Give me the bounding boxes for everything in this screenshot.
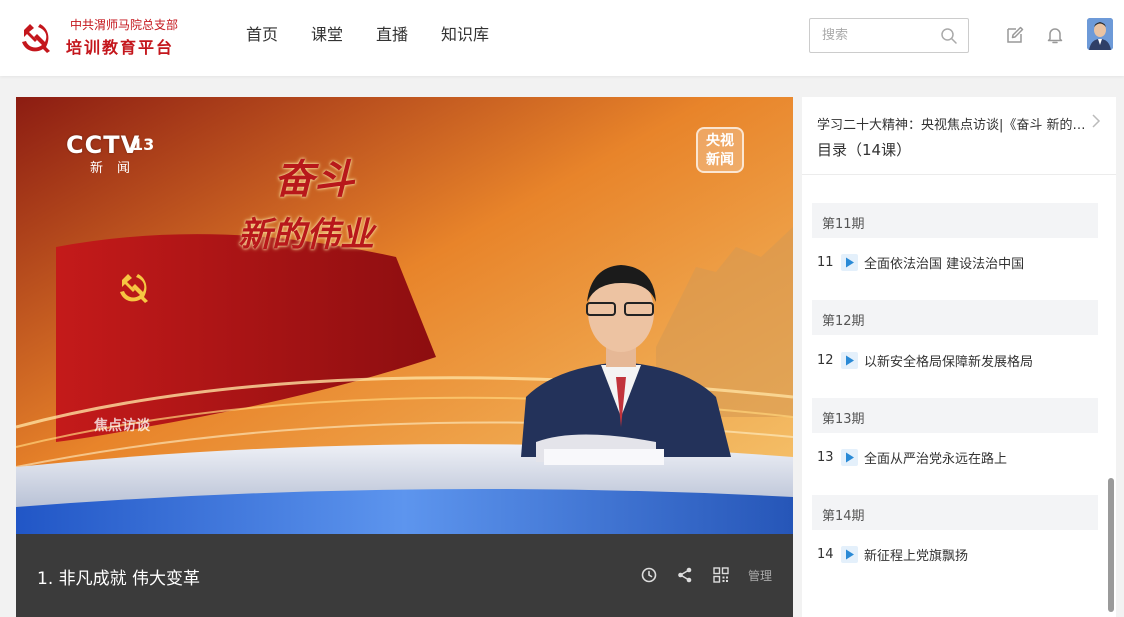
top-header: 中共渭师马院总支部 培训教育平台 首页 课堂 直播 知识库 xyxy=(0,0,1124,76)
course-sidebar: 学习二十大精神：央视焦点访谈|《奋斗 新的伟业》 目录（14课） 第11期 11… xyxy=(802,97,1116,617)
play-icon xyxy=(841,545,858,563)
nav-item-knowledge-base[interactable]: 知识库 xyxy=(441,24,489,48)
edit-icon[interactable] xyxy=(1005,25,1025,45)
share-icon[interactable] xyxy=(676,566,694,584)
show-title: 奋斗 新的伟业 xyxy=(238,147,374,256)
video-player: CCTV 13 新闻 央视 新闻 奋斗 新的伟业 焦点访谈 1. 非凡成就 伟大… xyxy=(16,97,793,617)
sidebar-divider xyxy=(802,174,1116,175)
period-label: 第12期 xyxy=(822,314,865,329)
nav-item-home[interactable]: 首页 xyxy=(246,24,278,48)
play-icon xyxy=(841,253,858,271)
current-lesson-title: 1. 非凡成就 伟大变革 xyxy=(37,569,201,589)
video-info-bar: 1. 非凡成就 伟大变革 管理 xyxy=(16,534,793,617)
bell-icon[interactable] xyxy=(1045,25,1065,45)
catalog-title: 目录（14课） xyxy=(817,141,912,159)
corner-badge-line1: 央视 xyxy=(706,133,734,149)
lesson-number: 14 xyxy=(817,546,834,562)
period-header: 第13期 xyxy=(812,398,1098,433)
play-icon xyxy=(841,448,858,466)
qrcode-icon[interactable] xyxy=(712,566,730,584)
lesson-name: 以新安全格局保障新发展格局 xyxy=(864,354,1034,370)
period-label: 第14期 xyxy=(822,509,865,524)
lesson-name: 新征程上党旗飘扬 xyxy=(864,548,969,564)
news-corner-badge: 央视 新闻 xyxy=(696,127,744,173)
clock-icon[interactable] xyxy=(640,566,658,584)
chevron-right-icon[interactable] xyxy=(1090,113,1102,129)
period-header: 第12期 xyxy=(812,300,1098,335)
period-header: 第11期 xyxy=(812,203,1098,238)
lesson-item[interactable]: 14 新征程上党旗飘扬 xyxy=(817,544,968,564)
video-screen[interactable]: CCTV 13 新闻 央视 新闻 奋斗 新的伟业 焦点访谈 xyxy=(16,97,793,534)
period-label: 第13期 xyxy=(822,412,865,427)
channel-number: 13 xyxy=(132,135,155,154)
lesson-number: 11 xyxy=(817,254,834,270)
period-label: 第11期 xyxy=(822,217,865,232)
search-box xyxy=(809,18,969,53)
lesson-item[interactable]: 11 全面依法治国 建设法治中国 xyxy=(817,252,1024,272)
nav-item-classroom[interactable]: 课堂 xyxy=(311,24,343,48)
search-icon[interactable] xyxy=(940,27,958,45)
party-emblem-icon xyxy=(22,24,50,53)
lesson-number: 12 xyxy=(817,352,834,368)
lesson-name: 全面从严治党永远在路上 xyxy=(864,451,1008,467)
sidebar-scrollbar-thumb[interactable] xyxy=(1108,478,1114,612)
brand-logo[interactable]: 中共渭师马院总支部 培训教育平台 xyxy=(18,16,193,60)
manage-button[interactable]: 管理 xyxy=(748,567,772,584)
brand-org-name: 中共渭师马院总支部 xyxy=(70,18,179,32)
play-icon xyxy=(841,351,858,369)
lesson-number: 13 xyxy=(817,449,834,465)
search-input[interactable] xyxy=(810,19,936,52)
course-title[interactable]: 学习二十大精神：央视焦点访谈|《奋斗 新的伟业》 xyxy=(817,114,1092,133)
channel-logo: CCTV xyxy=(66,131,141,159)
show-title-line1: 奋斗 xyxy=(274,156,354,203)
nav-item-live[interactable]: 直播 xyxy=(376,24,408,48)
program-watermark: 焦点访谈 xyxy=(94,418,150,434)
lesson-item[interactable]: 12 以新安全格局保障新发展格局 xyxy=(817,350,1033,370)
show-title-line2: 新的伟业 xyxy=(238,215,374,255)
channel-subtitle: 新闻 xyxy=(90,161,145,176)
corner-badge-line2: 新闻 xyxy=(706,152,734,168)
main-nav: 首页 课堂 直播 知识库 xyxy=(246,24,522,48)
period-header: 第14期 xyxy=(812,495,1098,530)
lesson-name: 全面依法治国 建设法治中国 xyxy=(864,256,1025,272)
avatar[interactable] xyxy=(1087,18,1113,50)
avatar-image xyxy=(1087,18,1113,50)
brand-platform-name: 培训教育平台 xyxy=(66,38,175,57)
lesson-item[interactable]: 13 全面从严治党永远在路上 xyxy=(817,447,1007,467)
